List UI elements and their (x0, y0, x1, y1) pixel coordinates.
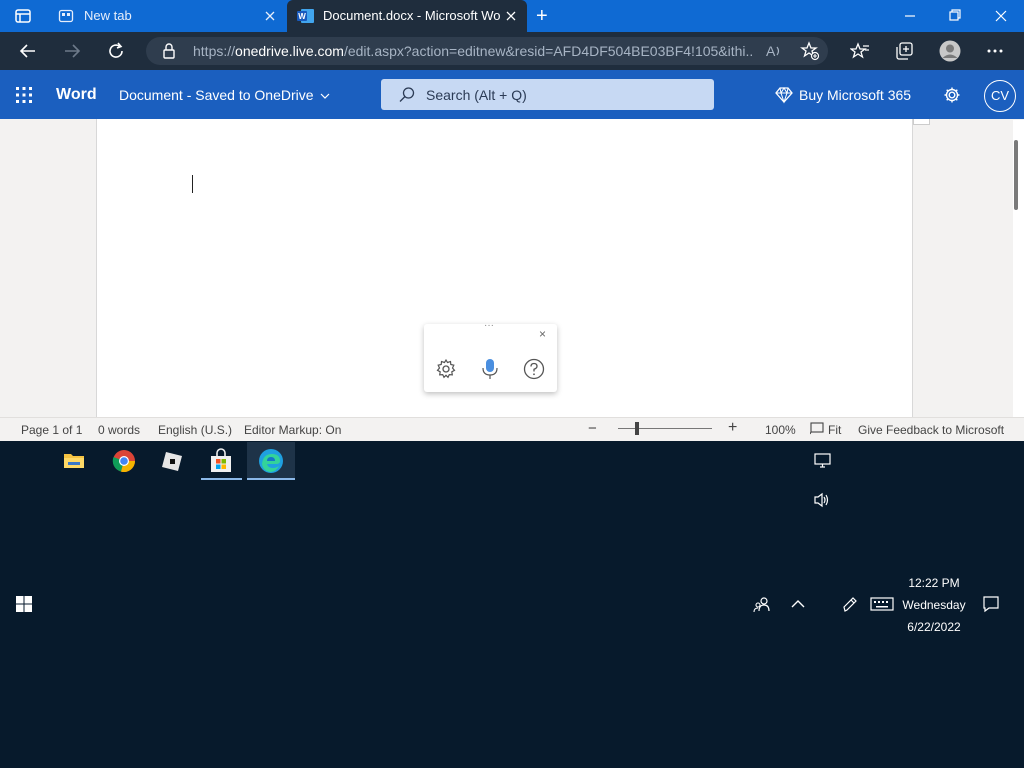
collections-icon[interactable] (894, 41, 914, 61)
volume-icon[interactable] (813, 492, 831, 508)
zoom-out-button[interactable]: − (588, 420, 597, 437)
lock-icon[interactable] (161, 42, 177, 60)
tab-actions-icon[interactable] (14, 7, 32, 25)
favorites-icon[interactable] (850, 41, 870, 61)
refresh-icon[interactable] (106, 41, 126, 61)
user-avatar[interactable]: CV (984, 80, 1016, 112)
clock-day[interactable]: Wednesday (894, 598, 974, 612)
zoom-in-button[interactable]: + (728, 419, 737, 437)
close-window-icon[interactable] (993, 6, 1009, 26)
zoom-level[interactable]: 100% (765, 423, 796, 437)
page-corner (913, 119, 930, 125)
close-dictation-button[interactable]: × (539, 327, 546, 341)
help-icon[interactable] (523, 358, 545, 380)
give-feedback-link[interactable]: Give Feedback to Microsoft (858, 423, 1004, 437)
close-tab-icon[interactable] (264, 10, 276, 22)
edge-icon[interactable] (258, 448, 284, 474)
close-tab-icon[interactable] (505, 10, 517, 22)
editor-markup-status[interactable]: Editor Markup: On (244, 423, 341, 437)
app-launcher-icon[interactable] (15, 86, 33, 104)
url-domain: onedrive.live.com (235, 43, 344, 59)
tab-new-tab[interactable]: New tab (48, 0, 286, 32)
url-scheme: https:// (193, 43, 236, 59)
document-title-text: Document - Saved to OneDrive (119, 87, 314, 103)
store-running-indicator (201, 478, 242, 480)
scrollbar-thumb[interactable] (1014, 140, 1018, 210)
word-count[interactable]: 0 words (98, 423, 140, 437)
url-path: /edit.aspx?action=editnew&resid=AFD4DF50… (343, 43, 753, 59)
people-icon[interactable] (753, 596, 771, 614)
text-cursor (192, 175, 193, 193)
roblox-icon[interactable] (161, 449, 185, 473)
diamond-icon (775, 86, 793, 104)
search-icon (398, 86, 416, 104)
minimize-icon[interactable] (902, 6, 918, 26)
zoom-slider-track[interactable] (618, 428, 712, 429)
fit-icon (810, 422, 824, 435)
svg-text:A: A (766, 43, 776, 59)
tab-label: New tab (84, 8, 132, 23)
url-text[interactable]: https://onedrive.live.com/edit.aspx?acti… (193, 43, 753, 59)
restore-icon[interactable] (947, 6, 963, 26)
edge-active-indicator (247, 478, 295, 480)
new-tab-page-icon (58, 8, 74, 24)
document-title[interactable]: Document - Saved to OneDrive (119, 87, 330, 103)
tab-label: Document.docx - Microsoft Word Online (323, 8, 501, 23)
forward-icon (62, 42, 82, 60)
network-icon[interactable] (814, 453, 832, 469)
pen-workspace-icon[interactable] (841, 595, 859, 613)
fit-button[interactable]: Fit (828, 423, 841, 437)
chevron-up-icon[interactable] (790, 597, 806, 611)
language-indicator[interactable]: English (U.S.) (158, 423, 232, 437)
buy-microsoft-365-button[interactable]: Buy Microsoft 365 (799, 87, 911, 103)
file-explorer-icon[interactable] (63, 450, 85, 470)
gear-icon[interactable] (943, 86, 961, 104)
zoom-slider-thumb[interactable] (634, 422, 639, 435)
chrome-icon[interactable] (112, 449, 136, 473)
profile-avatar-icon[interactable] (939, 40, 961, 62)
touch-keyboard-icon[interactable] (870, 596, 894, 612)
read-aloud-icon[interactable]: A (765, 42, 783, 60)
windows-start-icon[interactable] (15, 595, 33, 613)
settings-more-icon[interactable] (986, 42, 1004, 60)
svg-text:W: W (298, 12, 306, 21)
microphone-icon[interactable] (479, 357, 501, 381)
notifications-icon[interactable] (982, 595, 1000, 613)
new-tab-button[interactable]: + (536, 6, 548, 26)
microsoft-store-icon[interactable] (208, 448, 234, 474)
clock-time[interactable]: 12:22 PM (894, 576, 974, 590)
tab-document[interactable]: W Document.docx - Microsoft Word Online (287, 0, 527, 32)
word-doc-icon: W (297, 8, 315, 24)
add-favorite-icon[interactable] (800, 41, 820, 61)
clock-date[interactable]: 6/22/2022 (894, 620, 974, 634)
back-icon[interactable] (18, 42, 38, 60)
app-name[interactable]: Word (56, 86, 97, 104)
drag-handle[interactable]: ··· (484, 320, 494, 331)
page-count[interactable]: Page 1 of 1 (21, 423, 82, 437)
chevron-down-icon (320, 92, 330, 100)
search-placeholder: Search (Alt + Q) (426, 87, 527, 103)
dictation-settings-icon[interactable] (435, 358, 457, 380)
